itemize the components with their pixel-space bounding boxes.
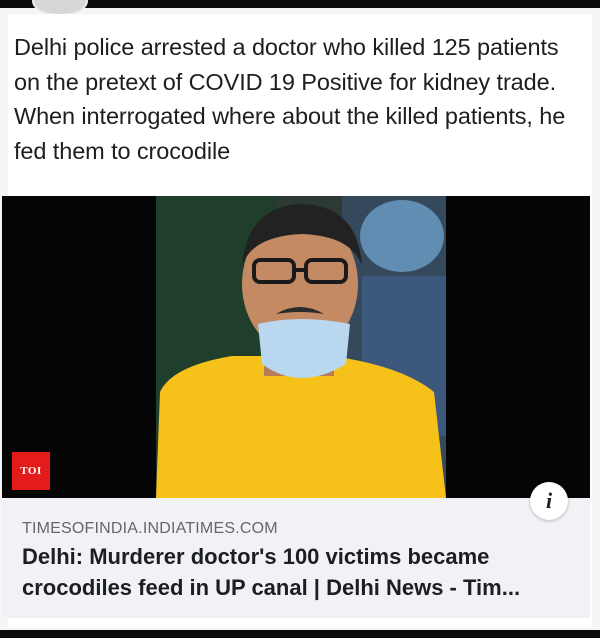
link-title[interactable]: Delhi: Murderer doctor's 100 victims bec… — [22, 541, 582, 603]
bottom-divider-bar — [0, 630, 600, 638]
news-photo-illustration — [156, 196, 446, 498]
news-image[interactable] — [2, 196, 590, 498]
background-person-mask — [360, 200, 444, 272]
top-divider-bar — [0, 0, 600, 8]
post-text: Delhi police arrested a doctor who kille… — [14, 34, 566, 164]
info-icon[interactable]: i — [530, 482, 568, 520]
link-domain[interactable]: TIMESOFINDIA.INDIATIMES.COM — [22, 520, 278, 538]
face-mask — [258, 319, 350, 378]
toi-logo-badge: TOI — [12, 452, 50, 490]
